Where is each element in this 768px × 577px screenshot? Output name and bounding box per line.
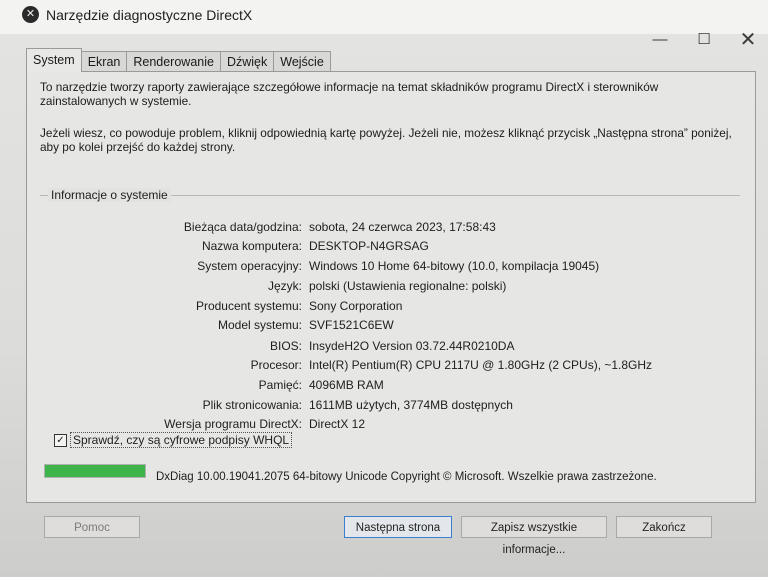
tab-renderowanie[interactable]: Renderowanie [126,51,221,72]
whql-checkbox-row[interactable]: ✓ Sprawdź, czy są cyfrowe podpisy WHQL [54,432,293,448]
info-row: Nazwa komputera: DESKTOP-N4GRSAG [0,239,768,257]
info-row: Model systemu: SVF1521C6EW [0,318,768,336]
info-row: Bieżąca data/godzina: sobota, 24 czerwca… [0,220,768,238]
save-all-info-button[interactable]: Zapisz wszystkie informacje... [461,516,607,556]
info-value: polski (Ustawienia regionalne: polski) [309,279,507,293]
info-value: Windows 10 Home 64-bitowy (10.0, kompila… [309,259,600,273]
copyright-text: DxDiag 10.00.19041.2075 64-bitowy Unicod… [156,471,657,483]
info-value: DESKTOP-N4GRSAG [309,239,429,253]
whql-checkbox-label: Sprawdź, czy są cyfrowe podpisy WHQL [70,432,293,448]
progress-bar [44,464,146,478]
whql-checkbox[interactable]: ✓ [54,433,67,447]
close-button[interactable]: ✕ [728,28,768,52]
info-row: BIOS: InsydeH2O Version 03.72.44R0210DA [0,339,768,357]
info-label: Procesor: [250,358,302,372]
tab-system[interactable]: System [26,48,82,72]
info-value: SVF1521C6EW [309,318,394,332]
system-info-group-title: Informacje o systemie [48,188,171,202]
minimize-button[interactable]: — [640,28,680,52]
info-label: System operacyjny: [197,259,302,273]
info-label: Producent systemu: [195,299,302,313]
info-row: Procesor: Intel(R) Pentium(R) CPU 2117U … [0,358,768,376]
info-row: Język: polski (Ustawienia regionalne: po… [0,279,768,297]
info-label: Bieżąca data/godzina: [183,220,302,234]
info-value: Sony Corporation [309,299,403,313]
help-button[interactable]: Pomoc [44,516,140,538]
info-row: System operacyjny: Windows 10 Home 64-bi… [0,259,768,277]
tab-ekran[interactable]: Ekran [80,51,128,72]
info-label: Wersja programu DirectX: [164,417,302,431]
tab-wejscie[interactable]: Wejście [273,51,331,72]
info-label: Język: [267,279,302,293]
info-label: BIOS: [269,339,302,353]
next-page-button[interactable]: Następna strona [344,516,452,538]
info-row: Producent systemu: Sony Corporation [0,299,768,317]
exit-button[interactable]: Zakończ [616,516,712,538]
info-label: Nazwa komputera: [201,239,302,253]
info-value: Intel(R) Pentium(R) CPU 2117U @ 1.80GHz … [309,358,653,372]
tab-dzwiek[interactable]: Dźwięk [219,51,275,72]
info-label: Pamięć: [258,378,302,392]
info-value: InsydeH2O Version 03.72.44R0210DA [309,339,515,353]
info-value: DirectX 12 [309,417,366,431]
info-row: Plik stronicowania: 1611MB użytych, 3774… [0,398,768,416]
info-label: Plik stronicowania: [202,398,302,412]
dxdiag-app-icon: ✕ [22,6,39,23]
window-title: Narzędzie diagnostyczne DirectX [46,7,253,23]
info-value: 1611MB użytych, 3774MB dostępnych [309,398,513,412]
intro-text: To narzędzie tworzy raporty zawierające … [40,80,740,172]
intro-paragraph-1: To narzędzie tworzy raporty zawierające … [40,80,659,108]
tab-bar: System Ekran Renderowanie Dźwięk Wejście [26,48,331,72]
info-value: sobota, 24 czerwca 2023, 17:58:43 [309,220,496,234]
info-row: Pamięć: 4096MB RAM [0,378,768,396]
intro-paragraph-2: Jeżeli wiesz, co powoduje problem, klikn… [40,126,732,154]
dxdiag-window: ✕ Narzędzie diagnostyczne DirectX — ☐ ✕ … [0,0,768,577]
progress-bar-fill [45,465,145,477]
maximize-button[interactable]: ☐ [684,28,724,52]
info-value: 4096MB RAM [309,378,384,392]
info-label: Model systemu: [217,318,302,332]
